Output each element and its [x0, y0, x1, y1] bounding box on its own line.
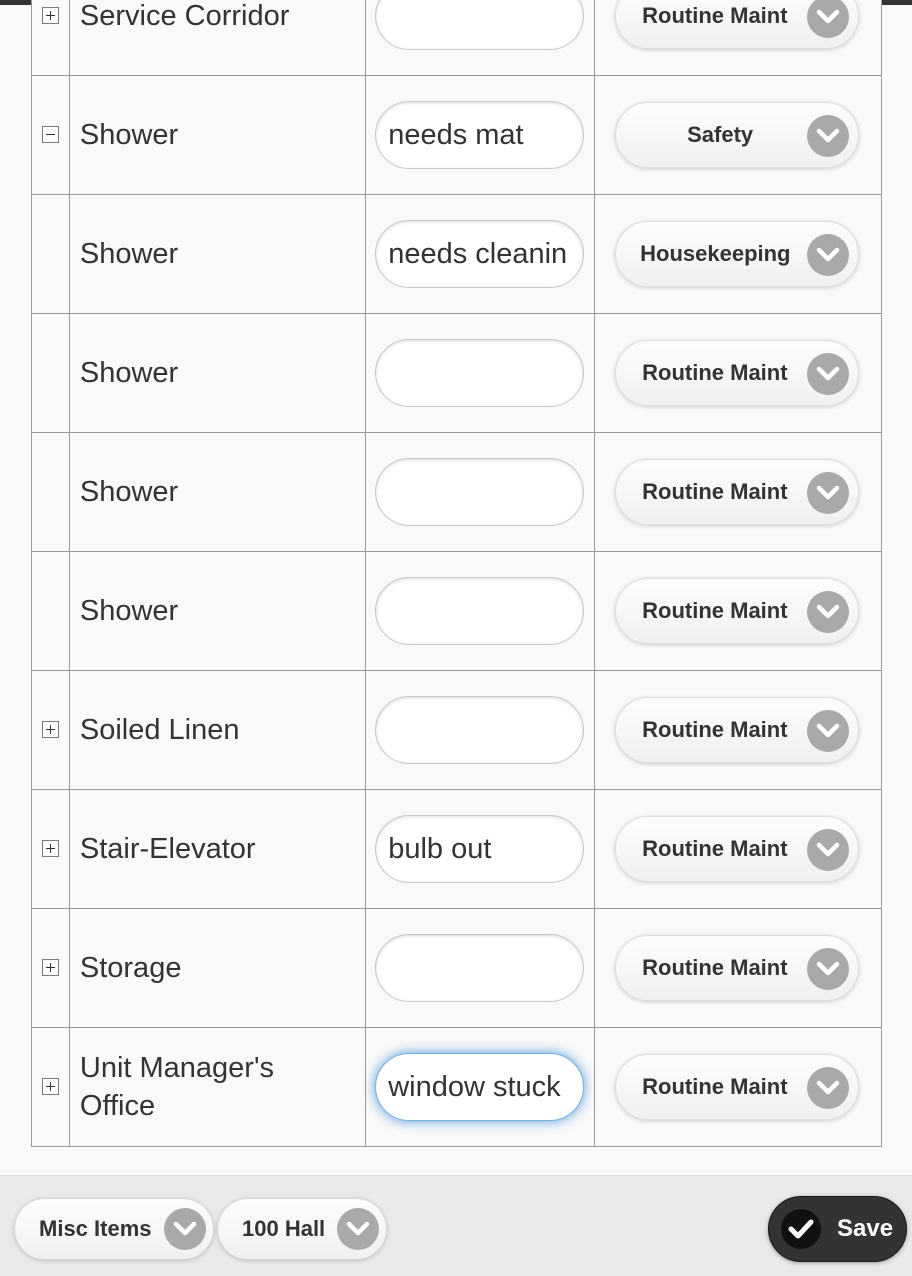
- note-input[interactable]: [375, 1053, 585, 1121]
- category-label: Housekeeping: [640, 241, 791, 266]
- table-row: Unit Manager's Office Routine Maint: [31, 1027, 882, 1147]
- chevron-down-icon: [807, 948, 850, 990]
- room-name: Stair-Elevator: [68, 789, 367, 909]
- category-select[interactable]: Routine Maint: [615, 0, 860, 49]
- expand-icon[interactable]: [41, 840, 59, 858]
- expander-cell[interactable]: [31, 670, 70, 790]
- note-input[interactable]: [375, 458, 585, 526]
- table-row: Shower Routine Maint: [31, 432, 882, 552]
- location-label: 100 Hall: [242, 1216, 326, 1241]
- expander-cell: [31, 194, 70, 314]
- chevron-down-icon: [807, 591, 850, 633]
- category-label: Routine Maint: [642, 955, 788, 980]
- category-select[interactable]: Routine Maint: [615, 816, 860, 882]
- note-input[interactable]: [375, 696, 585, 764]
- room-name: Storage: [68, 908, 367, 1028]
- category-select[interactable]: Routine Maint: [615, 1054, 860, 1120]
- room-name: Soiled Linen: [68, 670, 367, 790]
- category-select[interactable]: Routine Maint: [615, 697, 860, 763]
- table-row: Stair-Elevator Routine Maint: [31, 789, 882, 909]
- room-name: Shower: [68, 75, 367, 195]
- chevron-down-icon: [807, 234, 850, 276]
- room-name: Service Corridor: [68, 0, 367, 76]
- footer-toolbar: Misc Items 100 Hall Save: [0, 1175, 912, 1276]
- category-label: Routine Maint: [642, 360, 788, 385]
- category-label: Routine Maint: [642, 1074, 788, 1099]
- expander-cell[interactable]: [31, 0, 70, 76]
- expander-cell[interactable]: [31, 789, 70, 909]
- category-select[interactable]: Routine Maint: [615, 340, 860, 406]
- checkmark-icon: [781, 1209, 821, 1249]
- room-name: Shower: [68, 551, 367, 671]
- note-input[interactable]: [375, 101, 585, 169]
- expander-cell: [31, 432, 70, 552]
- table-row: Storage Routine Maint: [31, 908, 882, 1028]
- expander-cell[interactable]: [31, 908, 70, 1028]
- save-label: Save: [837, 1215, 894, 1242]
- collapse-icon[interactable]: [41, 126, 59, 144]
- rooms-table: Service Corridor Routine Maint Shower Sa…: [31, 0, 882, 1147]
- note-input[interactable]: [375, 815, 585, 883]
- category-label: Routine Maint: [642, 3, 788, 28]
- note-input[interactable]: [375, 339, 585, 407]
- note-input[interactable]: [375, 0, 585, 50]
- table-row: Shower Housekeeping: [31, 194, 882, 314]
- category-select[interactable]: Routine Maint: [615, 935, 860, 1001]
- room-name: Shower: [68, 313, 367, 433]
- chevron-down-icon: [807, 710, 850, 752]
- category-select[interactable]: Safety: [615, 102, 860, 168]
- expand-icon[interactable]: [41, 959, 59, 977]
- room-name: Shower: [68, 432, 367, 552]
- table-row: Shower Routine Maint: [31, 551, 882, 671]
- expander-cell: [31, 551, 70, 671]
- expander-cell[interactable]: [31, 1027, 70, 1147]
- note-input[interactable]: [375, 220, 585, 288]
- category-label: Routine Maint: [642, 598, 788, 623]
- chevron-down-icon: [807, 353, 850, 395]
- expand-icon[interactable]: [41, 7, 59, 25]
- chevron-down-icon: [807, 472, 850, 514]
- category-select[interactable]: Routine Maint: [615, 459, 860, 525]
- category-label: Routine Maint: [642, 717, 788, 742]
- chevron-down-icon: [807, 0, 850, 38]
- chevron-down-icon: [807, 829, 850, 871]
- room-name: Unit Manager's Office: [68, 1027, 367, 1147]
- expand-icon[interactable]: [41, 1078, 59, 1096]
- chevron-down-icon: [164, 1208, 206, 1250]
- category-select[interactable]: Routine Maint: [615, 578, 860, 644]
- chevron-down-icon: [807, 115, 850, 157]
- table-row: Service Corridor Routine Maint: [31, 0, 882, 76]
- table-row: Shower Safety: [31, 75, 882, 195]
- category-label: Routine Maint: [642, 479, 788, 504]
- table-row: Shower Routine Maint: [31, 313, 882, 433]
- note-input[interactable]: [375, 934, 585, 1002]
- location-select[interactable]: 100 Hall: [217, 1198, 387, 1260]
- category-select[interactable]: Housekeeping: [615, 221, 860, 287]
- note-input[interactable]: [375, 577, 585, 645]
- item-type-select[interactable]: Misc Items: [14, 1198, 214, 1260]
- expander-cell: [31, 313, 70, 433]
- expand-icon[interactable]: [41, 721, 59, 739]
- table-row: Soiled Linen Routine Maint: [31, 670, 882, 790]
- chevron-down-icon: [807, 1067, 850, 1109]
- item-type-label: Misc Items: [39, 1216, 152, 1241]
- category-label: Safety: [687, 122, 754, 147]
- save-button[interactable]: Save: [768, 1196, 907, 1262]
- chevron-down-icon: [337, 1208, 379, 1250]
- category-label: Routine Maint: [642, 836, 788, 861]
- expander-cell[interactable]: [31, 75, 70, 195]
- room-name: Shower: [68, 194, 367, 314]
